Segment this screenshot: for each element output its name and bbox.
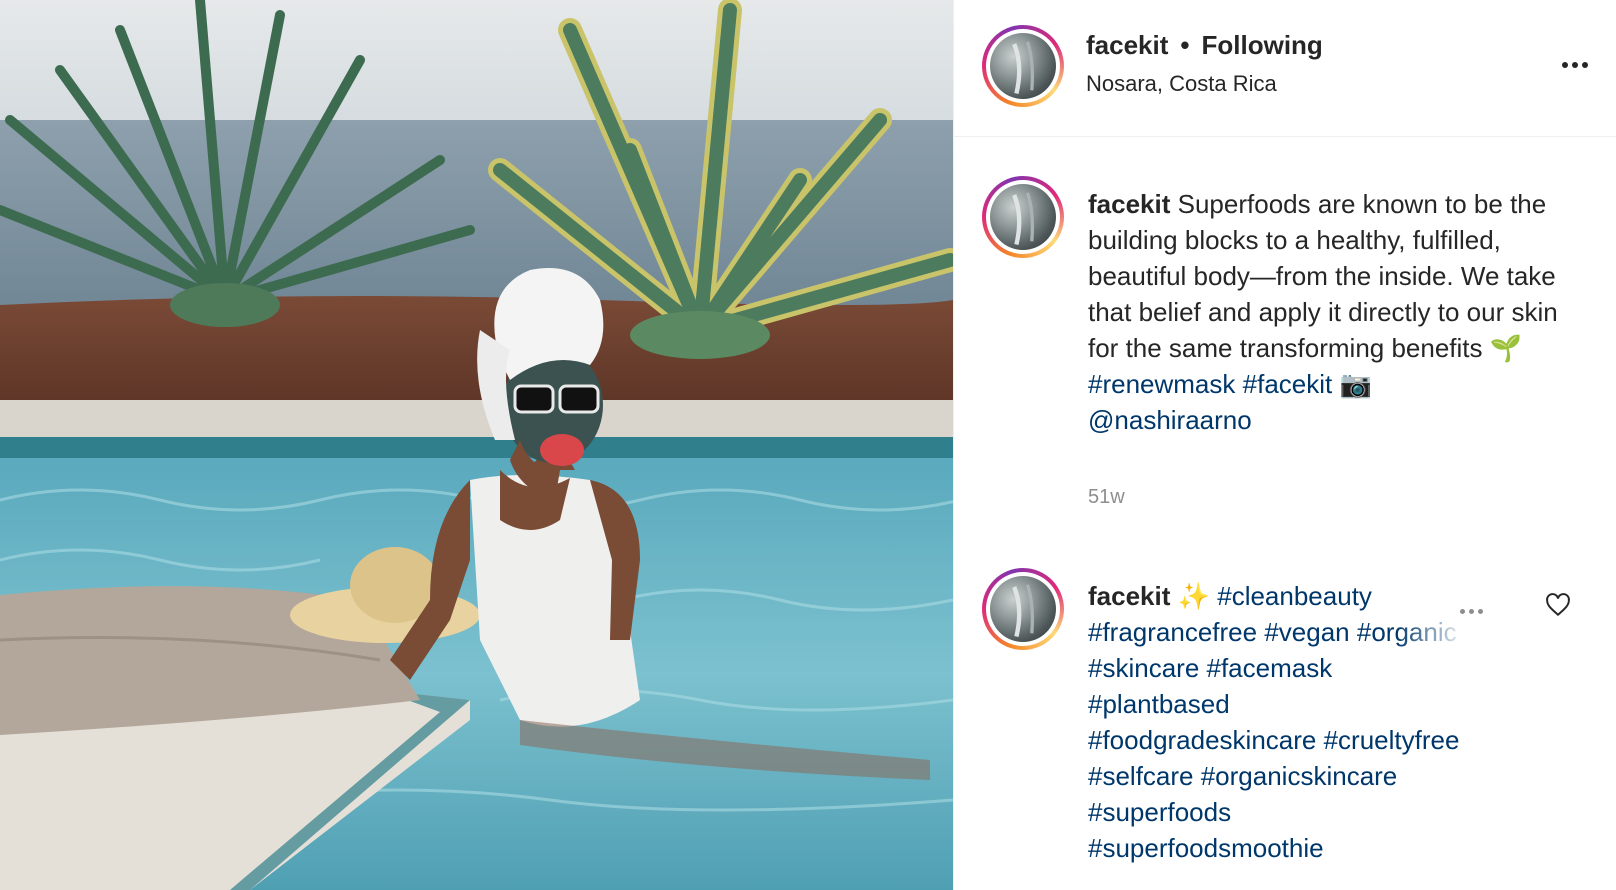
more-options-icon[interactable] [1555, 50, 1595, 80]
caption-body: facekit Superfoods are known to be the b… [1088, 186, 1558, 438]
caption-avatar[interactable] [982, 176, 1064, 258]
facekit-logo-icon [1012, 192, 1034, 246]
camera-emoji: 📷 [1339, 369, 1372, 399]
photo-illustration [0, 0, 953, 890]
following-button[interactable]: Following [1202, 30, 1323, 61]
avatar-image [990, 576, 1056, 642]
avatar[interactable] [982, 25, 1064, 107]
location-link[interactable]: Nosara, Costa Rica [1086, 71, 1277, 97]
comment-options-icon[interactable] [1451, 603, 1491, 619]
header-username[interactable]: facekit [1086, 30, 1168, 61]
facekit-logo-icon [1012, 584, 1034, 638]
post-side-panel: facekit • Following Nosara, Costa Rica f… [953, 0, 1616, 890]
comment-username[interactable]: facekit [1088, 581, 1170, 611]
mention-nashiraarno[interactable]: @nashiraarno [1088, 405, 1252, 435]
facekit-logo-icon [1012, 41, 1034, 95]
post-photo[interactable] [0, 0, 953, 890]
avatar-image [990, 33, 1056, 99]
hashtag-line-2[interactable]: #fragrancefree #vegan [1088, 617, 1350, 647]
hashtag-line-3[interactable]: #skincare #facemask [1088, 653, 1332, 683]
hashtag-line-1[interactable]: #cleanbeauty [1217, 581, 1372, 611]
comment-avatar[interactable] [982, 568, 1064, 650]
hashtag-line-4[interactable]: #plantbased [1088, 689, 1230, 719]
hashtag-renewmask[interactable]: #renewmask [1088, 369, 1235, 399]
hashtag-line-6[interactable]: #selfcare #organicskincare [1088, 761, 1397, 791]
hashtag-organic-faded[interactable]: #organic [1357, 617, 1457, 647]
sparkle-emoji: ✨ [1177, 581, 1210, 611]
avatar-image [990, 184, 1056, 250]
hashtag-line-7[interactable]: #superfoods [1088, 797, 1231, 827]
hashtag-line-8[interactable]: #superfoodsmoothie [1088, 833, 1324, 863]
post-timestamp[interactable]: 51w [1088, 486, 1125, 509]
caption-username[interactable]: facekit [1088, 189, 1170, 219]
hashtag-facekit[interactable]: #facekit [1243, 369, 1333, 399]
hashtag-line-5[interactable]: #foodgradeskincare #crueltyfree [1088, 725, 1459, 755]
post-header: facekit • Following Nosara, Costa Rica [954, 0, 1616, 137]
like-heart-icon[interactable] [1545, 592, 1571, 618]
separator-dot: • [1180, 30, 1190, 60]
comment-body: facekit ✨ #cleanbeauty #fragrancefree #v… [1088, 578, 1558, 866]
